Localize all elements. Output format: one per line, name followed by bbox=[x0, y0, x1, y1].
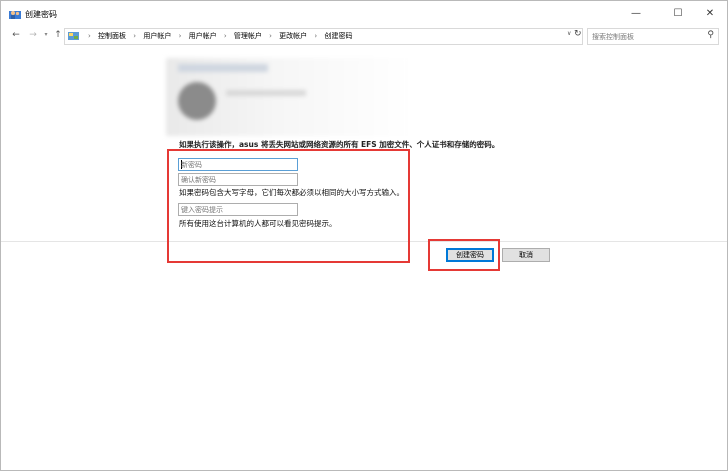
avatar bbox=[178, 82, 216, 120]
minimize-button[interactable]: — bbox=[619, 1, 653, 27]
up-arrow-icon[interactable]: ↑ bbox=[53, 29, 63, 41]
breadcrumb-user-accounts-2[interactable]: 用户帐户 bbox=[189, 32, 217, 40]
breadcrumb-separator: › bbox=[269, 32, 272, 40]
password-hint-field[interactable]: 键入密码提示 bbox=[178, 203, 298, 216]
search-box[interactable]: 搜索控制面板 ⚲ bbox=[587, 28, 719, 45]
recent-locations-chevron-icon[interactable]: ▾ bbox=[41, 29, 51, 41]
account-name-blurred bbox=[178, 64, 268, 72]
breadcrumb-user-accounts-1[interactable]: 用户帐户 bbox=[143, 32, 171, 40]
divider bbox=[1, 241, 727, 242]
breadcrumb: › 控制面板 › 用户帐户 › 用户帐户 › 管理帐户 › 更改帐户 › 创建密… bbox=[83, 31, 352, 41]
breadcrumb-control-panel[interactable]: 控制面板 bbox=[98, 32, 126, 40]
breadcrumb-create-password[interactable]: 创建密码 bbox=[324, 32, 352, 40]
breadcrumb-manage-accounts[interactable]: 管理帐户 bbox=[234, 32, 262, 40]
breadcrumb-separator: › bbox=[133, 32, 137, 40]
breadcrumb-separator: › bbox=[314, 32, 318, 40]
navigation-bar: ← → ▾ ↑ › 控制面板 › 用户帐户 › 用户帐户 › 管理帐户 › 更改… bbox=[1, 27, 727, 45]
address-bar[interactable]: › 控制面板 › 用户帐户 › 用户帐户 › 管理帐户 › 更改帐户 › 创建密… bbox=[64, 28, 583, 45]
back-arrow-icon[interactable]: ← bbox=[11, 29, 21, 41]
new-password-field[interactable]: 新密码 bbox=[178, 158, 298, 171]
search-icon[interactable]: ⚲ bbox=[707, 30, 714, 40]
confirm-password-field[interactable]: 确认新密码 bbox=[178, 173, 298, 186]
hint-visibility-note: 所有使用这台计算机的人都可以看见密码提示。 bbox=[179, 219, 337, 228]
efs-warning-text: 如果执行该操作，asus 将丢失网站或网络资源的所有 EFS 加密文件、个人证书… bbox=[179, 140, 500, 149]
address-dropdown-icon[interactable]: ∨ bbox=[567, 30, 571, 37]
maximize-button[interactable]: ☐ bbox=[661, 1, 695, 27]
create-password-button[interactable]: 创建密码 bbox=[446, 248, 494, 262]
breadcrumb-separator: › bbox=[223, 32, 227, 40]
control-panel-icon bbox=[68, 32, 79, 40]
new-password-placeholder: 新密码 bbox=[181, 161, 202, 169]
account-type-blurred bbox=[226, 90, 306, 96]
user-accounts-icon bbox=[9, 11, 21, 19]
title-bar: 创建密码 — ☐ ✕ bbox=[1, 1, 727, 27]
case-sensitivity-hint: 如果密码包含大写字母，它们每次都必须以相同的大小写方式输入。 bbox=[179, 188, 404, 197]
breadcrumb-change-account[interactable]: 更改帐户 bbox=[279, 32, 307, 40]
breadcrumb-separator: › bbox=[88, 32, 91, 40]
forward-arrow-icon[interactable]: → bbox=[28, 29, 38, 41]
confirm-password-placeholder: 确认新密码 bbox=[181, 176, 216, 184]
account-avatar-blurred bbox=[166, 58, 411, 136]
password-hint-placeholder: 键入密码提示 bbox=[181, 206, 223, 214]
create-password-window: 创建密码 — ☐ ✕ ← → ▾ ↑ › 控制面板 › 用户帐户 › 用户帐户 … bbox=[0, 0, 728, 471]
refresh-icon[interactable]: ↻ bbox=[574, 29, 582, 39]
search-placeholder: 搜索控制面板 bbox=[592, 33, 634, 41]
window-title: 创建密码 bbox=[25, 10, 57, 19]
close-button[interactable]: ✕ bbox=[693, 1, 727, 27]
breadcrumb-separator: › bbox=[178, 32, 182, 40]
cancel-button[interactable]: 取消 bbox=[502, 248, 550, 262]
